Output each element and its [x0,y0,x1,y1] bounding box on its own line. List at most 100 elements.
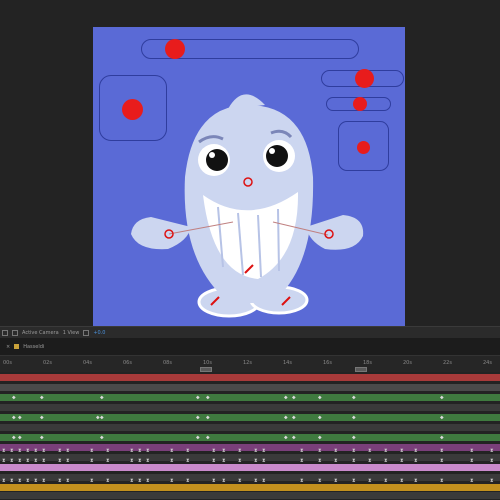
keyframe-marker[interactable]: ◆ [284,414,288,421]
keyframe-marker[interactable]: ⧗ [400,478,404,485]
keyframe-marker[interactable]: ⧗ [238,448,242,455]
keyframe-marker[interactable]: ⧗ [470,448,474,455]
keyframe-marker[interactable]: ⧗ [58,458,62,465]
keyframe-marker[interactable]: ⧗ [384,458,388,465]
keyframe-marker[interactable]: ⧗ [18,448,22,455]
keyframe-marker[interactable]: ⧗ [300,478,304,485]
keyframe-marker[interactable]: ⧗ [262,478,266,485]
keyframe-marker[interactable]: ⧗ [414,458,418,465]
keyframe-marker[interactable]: ◆ [292,414,296,421]
whale-character[interactable] [93,27,405,326]
keyframe-marker[interactable]: ⧗ [34,448,38,455]
keyframe-marker[interactable]: ◆ [100,394,104,401]
keyframe-marker[interactable]: ⧗ [222,448,226,455]
keyframe-row[interactable]: ⧗ ⧗ ⧗ ⧗ ⧗ ⧗ ⧗ ⧗ ⧗ ⧗ ⧗ ⧗ ⧗ ⧗ ⧗ ⧗ ⧗ ⧗ ⧗ ⧗ ⧗ ⧗ ⧗ ⧗ ⧗ ⧗ ⧗ ⧗ ⧗ ⧗ ⧗ [0,448,500,455]
keyframe-marker[interactable]: ⧗ [90,448,94,455]
keyframe-marker[interactable]: ⧗ [26,458,30,465]
close-icon[interactable]: × [6,344,10,350]
keyframe-marker[interactable]: ⧗ [212,458,216,465]
keyframe-marker[interactable]: ⧗ [254,458,258,465]
active-camera-dropdown[interactable]: Active Camera [22,330,59,336]
keyframe-marker[interactable]: ◆ [12,434,16,441]
keyframe-marker[interactable]: ⧗ [212,478,216,485]
keyframe-marker[interactable]: ⧗ [186,458,190,465]
keyframe-marker[interactable]: ⧗ [352,458,356,465]
keyframe-marker[interactable]: ⧗ [368,478,372,485]
keyframe-marker[interactable]: ⧗ [42,478,46,485]
keyframe-marker[interactable]: ⧗ [400,448,404,455]
keyframe-marker[interactable]: ⧗ [130,478,134,485]
keyframe-marker[interactable]: ⧗ [262,448,266,455]
keyframe-marker[interactable]: ◆ [440,434,444,441]
keyframe-marker[interactable]: ◆ [318,434,322,441]
layer-track[interactable] [0,492,500,499]
keyframe-marker[interactable]: ⧗ [26,448,30,455]
keyframe-marker[interactable]: ⧗ [170,478,174,485]
keyframe-marker[interactable]: ⧗ [222,478,226,485]
keyframe-marker[interactable]: ⧗ [440,458,444,465]
layer-track[interactable]: ◆ ◆ ◆ ◆ ◆ ◆ ◆ ◆ ◆ ◆ ◆ [0,434,500,441]
keyframe-marker[interactable]: ◆ [440,394,444,401]
keyframe-marker[interactable]: ⧗ [106,458,110,465]
keyframe-marker[interactable]: ◆ [40,394,44,401]
keyframe-marker[interactable]: ◆ [206,414,210,421]
timeline-tab[interactable]: Hasseldi [23,344,44,350]
view-layout-dropdown[interactable]: 1 View [63,330,80,336]
keyframe-marker[interactable]: ⧗ [106,448,110,455]
keyframe-marker[interactable]: ⧗ [90,478,94,485]
keyframe-marker[interactable]: ⧗ [352,448,356,455]
keyframe-marker[interactable]: ◆ [292,394,296,401]
keyframe-marker[interactable]: ⧗ [66,448,70,455]
keyframe-marker[interactable]: ⧗ [300,458,304,465]
keyframe-marker[interactable]: ◆ [196,394,200,401]
keyframe-marker[interactable]: ◆ [40,414,44,421]
keyframe-row[interactable]: ⧗ ⧗ ⧗ ⧗ ⧗ ⧗ ⧗ ⧗ ⧗ ⧗ ⧗ ⧗ ⧗ ⧗ ⧗ ⧗ ⧗ ⧗ ⧗ ⧗ ⧗ ⧗ ⧗ ⧗ ⧗ ⧗ ⧗ ⧗ ⧗ ⧗ ⧗ [0,478,500,485]
keyframe-marker[interactable]: ⧗ [384,448,388,455]
settings-icon[interactable] [83,329,90,336]
keyframe-marker[interactable]: ◆ [206,434,210,441]
keyframe-marker[interactable]: ◆ [318,394,322,401]
keyframe-marker[interactable]: ⧗ [440,448,444,455]
layer-track[interactable] [0,374,500,381]
keyframe-marker[interactable]: ⧗ [10,478,14,485]
layer-track[interactable] [0,464,500,471]
keyframe-marker[interactable]: ⧗ [368,448,372,455]
keyframe-marker[interactable]: ◆ [352,414,356,421]
keyframe-marker[interactable]: ⧗ [334,448,338,455]
keyframe-marker[interactable]: ⧗ [470,478,474,485]
keyframe-marker[interactable]: ◆ [12,394,16,401]
layer-track[interactable] [0,424,500,431]
keyframe-marker[interactable]: ⧗ [490,458,494,465]
keyframe-marker[interactable]: ⧗ [238,458,242,465]
keyframe-marker[interactable]: ⧗ [334,458,338,465]
keyframe-marker[interactable]: ◆ [440,414,444,421]
keyframe-marker[interactable]: ◆ [100,434,104,441]
keyframe-marker[interactable]: ◆ [292,434,296,441]
keyframe-marker[interactable]: ⧗ [318,478,322,485]
keyframe-marker[interactable]: ◆ [12,414,16,421]
keyframe-marker[interactable]: ⧗ [334,478,338,485]
composition-canvas[interactable] [93,27,405,326]
keyframe-marker[interactable]: ◆ [318,414,322,421]
keyframe-marker[interactable]: ⧗ [254,448,258,455]
layer-track[interactable] [0,484,500,491]
keyframe-marker[interactable]: ⧗ [470,458,474,465]
composition-viewer[interactable] [0,0,500,326]
keyframe-marker[interactable]: ◆ [18,414,22,421]
keyframe-marker[interactable]: ⧗ [130,448,134,455]
keyframe-marker[interactable]: ⧗ [58,478,62,485]
time-ruler[interactable]: 00s 02s 04s 06s 08s 10s 12s 14s 16s 18s 20s 22s 24s [0,356,500,372]
keyframe-marker[interactable]: ◆ [100,414,104,421]
keyframe-marker[interactable]: ⧗ [66,478,70,485]
keyframe-marker[interactable]: ⧗ [138,458,142,465]
keyframe-marker[interactable]: ◆ [284,394,288,401]
keyframe-marker[interactable]: ⧗ [34,478,38,485]
keyframe-marker[interactable]: ⧗ [384,478,388,485]
keyframe-marker[interactable]: ◆ [196,414,200,421]
keyframe-marker[interactable]: ⧗ [414,448,418,455]
keyframe-marker[interactable]: ⧗ [414,478,418,485]
keyframe-marker[interactable]: ◆ [284,434,288,441]
keyframe-marker[interactable]: ⧗ [130,458,134,465]
grid-icon[interactable] [2,329,8,336]
keyframe-marker[interactable]: ⧗ [186,478,190,485]
